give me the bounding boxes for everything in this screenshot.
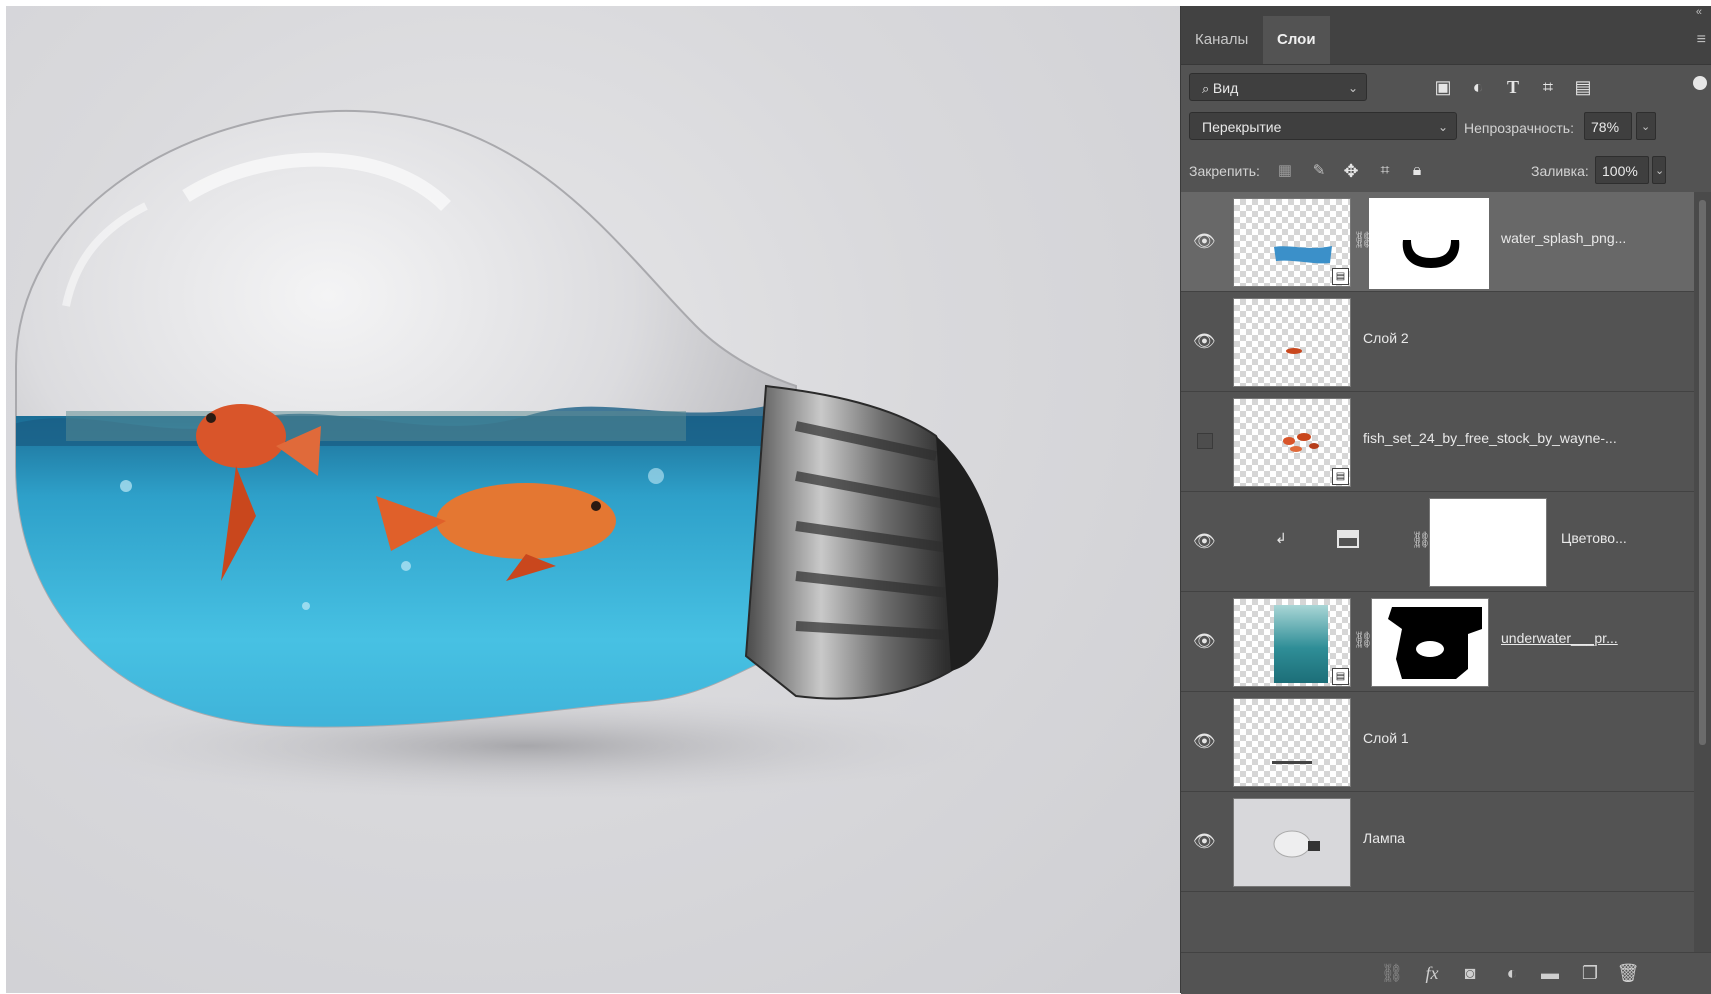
adjustment-layer-icon: [1337, 530, 1359, 548]
fx-icon[interactable]: fx: [1419, 963, 1445, 983]
new-group-icon[interactable]: ▬: [1537, 963, 1563, 983]
new-layer-icon[interactable]: ❐: [1577, 963, 1603, 983]
layer-row[interactable]: 👁︎ ▤ ⛓ water_splash_png...: [1181, 192, 1694, 292]
layer-name[interactable]: underwater___pr...: [1501, 630, 1618, 646]
opacity-dropdown-icon[interactable]: ⌄: [1636, 112, 1656, 140]
layer-thumbnail: [1233, 798, 1351, 887]
layer-name[interactable]: Слой 1: [1363, 730, 1409, 746]
layer-name[interactable]: Цветово...: [1561, 530, 1627, 546]
layers-list: 👁︎ ▤ ⛓ water_splash_png... 👁︎ Слой 2 ▤ f…: [1181, 192, 1694, 952]
blend-row: Перекрытие ⌄ Непрозрачность: 78% ⌄: [1181, 110, 1711, 150]
adjustment-layer-icon[interactable]: ◐: [1499, 963, 1525, 983]
underwater-preview: [1274, 605, 1328, 683]
chevron-down-icon: ⌄: [1437, 120, 1448, 134]
smart-object-icon: ▤: [1332, 668, 1349, 685]
panel-menu-icon[interactable]: ≡: [1697, 32, 1706, 48]
layer-thumbnail: [1233, 298, 1351, 387]
layer-name[interactable]: Слой 2: [1363, 330, 1409, 346]
blend-mode-value: Перекрытие: [1202, 119, 1282, 135]
scrollbar-thumb[interactable]: [1699, 200, 1706, 745]
delete-icon[interactable]: 🗑︎: [1615, 963, 1641, 983]
layers-scrollbar[interactable]: [1694, 192, 1711, 952]
layer-thumbnail: ▤: [1233, 398, 1351, 487]
lightbulb-artwork: [15, 109, 999, 801]
tab-channels[interactable]: Каналы: [1181, 16, 1262, 64]
layer-name[interactable]: water_splash_png...: [1501, 230, 1626, 246]
filter-row: ⌕ Вид ⌄ ▣ ◐ T ⌗ ▤: [1181, 64, 1711, 110]
layer-thumbnail: [1233, 698, 1351, 787]
lock-row: Закрепить: ▦ ✎ ✥ ⌗ 🔒︎ Заливка: 100% ⌄: [1181, 150, 1711, 192]
type-filter-icon[interactable]: T: [1501, 77, 1525, 97]
fill-input[interactable]: 100%: [1595, 156, 1649, 184]
layer-row[interactable]: 👁︎ Слой 1: [1181, 692, 1694, 792]
mask-shape: [1402, 240, 1460, 268]
mask-shape: [1388, 607, 1482, 679]
visibility-eye-icon[interactable]: 👁︎: [1193, 830, 1216, 852]
tab-layers[interactable]: Слои: [1263, 16, 1330, 64]
visibility-eye-icon[interactable]: 👁︎: [1193, 230, 1216, 252]
layer-row[interactable]: 👁︎ Лампа: [1181, 792, 1694, 892]
visibility-eye-icon[interactable]: 👁︎: [1193, 630, 1216, 652]
document-canvas[interactable]: [6, 6, 1180, 993]
lock-transparent-icon[interactable]: ▦: [1273, 161, 1297, 181]
smart-object-icon: ▤: [1332, 468, 1349, 485]
opacity-label: Непрозрачность:: [1464, 120, 1574, 136]
filter-kind-select[interactable]: ⌕ Вид ⌄: [1189, 73, 1367, 101]
adjustment-filter-icon[interactable]: ◐: [1466, 77, 1490, 97]
layer-row[interactable]: ▤ fish_set_24_by_free_stock_by_wayne-...: [1181, 392, 1694, 492]
layer-name[interactable]: Лампа: [1363, 830, 1405, 846]
lock-label: Закрепить:: [1189, 163, 1260, 179]
smart-object-filter-icon[interactable]: ▤: [1571, 77, 1595, 97]
layer-mask-thumbnail[interactable]: [1369, 198, 1489, 289]
collapse-panel-icon[interactable]: «: [1696, 6, 1702, 18]
layer-row[interactable]: 👁︎ Слой 2: [1181, 292, 1694, 392]
fill-dropdown-icon[interactable]: ⌄: [1652, 156, 1666, 184]
visibility-eye-icon[interactable]: 👁︎: [1193, 530, 1216, 552]
search-icon: ⌕: [1202, 81, 1213, 96]
panel-tab-bar: Каналы Слои « ≡: [1181, 6, 1711, 65]
layer-name[interactable]: fish_set_24_by_free_stock_by_wayne-...: [1363, 430, 1617, 446]
layer-mask-thumbnail[interactable]: [1371, 598, 1489, 687]
smart-object-icon: ▤: [1332, 268, 1349, 285]
lamp-preview: [1273, 830, 1320, 858]
fill-label: Заливка:: [1531, 163, 1589, 179]
layer-thumbnail: ▤: [1233, 198, 1351, 287]
visibility-eye-icon[interactable]: 👁︎: [1193, 730, 1216, 752]
shape-filter-icon[interactable]: ⌗: [1536, 77, 1560, 97]
lock-position-icon[interactable]: ✥: [1339, 161, 1363, 181]
blend-mode-select[interactable]: Перекрытие ⌄: [1189, 112, 1457, 140]
lock-all-icon[interactable]: 🔒︎: [1405, 161, 1429, 181]
clipping-arrow-icon: ↲: [1275, 530, 1287, 546]
image-filter-icon[interactable]: ▣: [1431, 77, 1455, 97]
layer-row[interactable]: 👁︎ ↲ ⛓ Цветово...: [1181, 492, 1694, 592]
layer-mask-thumbnail[interactable]: [1429, 498, 1547, 587]
visibility-eye-icon[interactable]: 👁︎: [1193, 330, 1216, 352]
opacity-input[interactable]: 78%: [1584, 112, 1632, 140]
visibility-off-box[interactable]: [1197, 433, 1213, 449]
layers-bottom-toolbar: ⛓ fx ◙ ◐ ▬ ❐ 🗑︎: [1181, 952, 1711, 994]
layers-panel: Каналы Слои « ≡ ⌕ Вид ⌄ ▣ ◐ T ⌗ ▤ Перекр…: [1180, 6, 1711, 994]
chevron-down-icon: ⌄: [1347, 81, 1358, 95]
layer-thumbnail: ▤: [1233, 598, 1351, 687]
lock-pixels-icon[interactable]: ✎: [1307, 161, 1331, 181]
lock-artboard-icon[interactable]: ⌗: [1373, 161, 1397, 181]
layer-preview: [1286, 348, 1302, 354]
add-mask-icon[interactable]: ◙: [1457, 963, 1483, 983]
filter-toggle-icon[interactable]: [1693, 76, 1707, 90]
link-layers-icon[interactable]: ⛓: [1379, 963, 1405, 983]
shadow-line-preview: [1272, 761, 1312, 764]
layer-row[interactable]: 👁︎ ▤ ⛓ underwater___pr...: [1181, 592, 1694, 692]
filter-kind-value: Вид: [1212, 80, 1239, 96]
